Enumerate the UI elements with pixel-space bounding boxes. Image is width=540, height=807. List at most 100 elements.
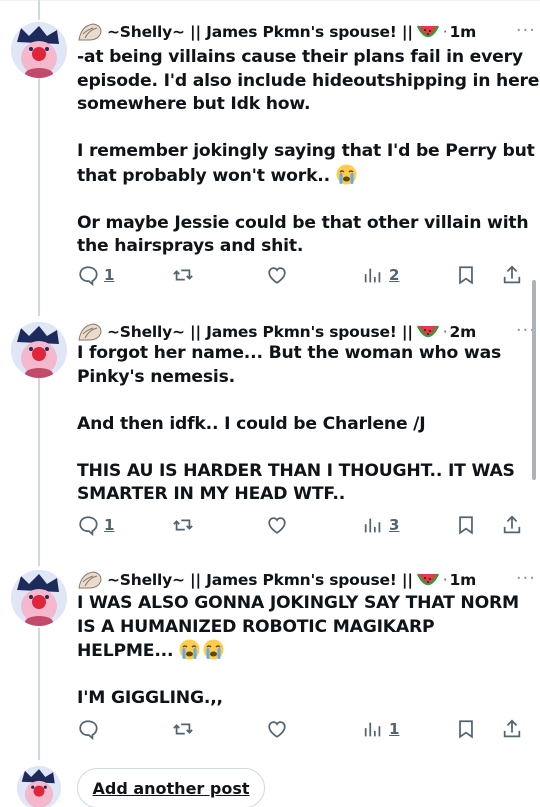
repost-button[interactable] (172, 512, 194, 538)
post[interactable]: ~Shelly~ || James Pkmn's spouse! || · 1m… (0, 20, 540, 290)
like-button[interactable] (266, 512, 288, 538)
loudly-crying-emoji (179, 639, 200, 660)
share-icon (503, 515, 521, 534)
like-button[interactable] (266, 262, 288, 288)
post-time[interactable]: 2m (450, 323, 477, 341)
post-text: I forgot her name... But the woman who w… (77, 342, 526, 507)
watermelon-emoji (416, 25, 439, 38)
thread-view: ~Shelly~ || James Pkmn's spouse! || · 1m… (0, 0, 540, 807)
thread-line (38, 0, 40, 20)
reply-icon (79, 516, 98, 536)
author-name[interactable]: ~Shelly~ || James Pkmn's spouse! || (107, 23, 413, 41)
heart-icon (268, 267, 286, 284)
avatar[interactable] (17, 766, 61, 807)
text-line: And then idfk.. I could be Charlene /J (77, 413, 426, 434)
view-count: 1 (389, 720, 400, 738)
text-line-with-emoji: HELPME... (77, 639, 526, 664)
action-bar: 1 2 (77, 262, 527, 288)
shell-emoji (78, 23, 102, 41)
shell-emoji (78, 323, 102, 341)
reply-icon (79, 266, 98, 286)
add-another-post-button[interactable]: Add another post (77, 768, 265, 807)
views-button[interactable]: 1 (362, 716, 399, 742)
text-line: SMARTER IN MY HEAD WTF.. (77, 484, 346, 504)
more-dots-icon[interactable]: ··· (516, 570, 536, 588)
watermelon-emoji (416, 325, 439, 338)
post-time[interactable]: 1m (450, 571, 477, 589)
share-button[interactable] (501, 262, 523, 288)
repost-icon (173, 269, 193, 281)
loudly-crying-emoji (336, 164, 357, 184)
bookmark-icon (459, 266, 473, 285)
author-name[interactable]: ~Shelly~ || James Pkmn's spouse! || (107, 571, 413, 589)
top-divider (0, 0, 540, 1)
heart-icon (268, 721, 286, 738)
views-button[interactable]: 2 (362, 262, 399, 288)
like-button[interactable] (266, 716, 288, 742)
text-line: IS A HUMANIZED ROBOTIC MAGIKARP (77, 616, 435, 637)
bookmark-icon (459, 720, 473, 739)
bookmark-button[interactable] (455, 716, 477, 742)
text-line: Pinky's nemesis. (77, 366, 235, 387)
share-icon (503, 265, 521, 284)
text-line: -at being villains cause their plans fai… (77, 47, 523, 67)
text-line: THIS AU IS HARDER THAN I THOUGHT.. IT WA… (77, 460, 515, 481)
separator: · (442, 23, 448, 41)
avatar[interactable] (11, 22, 67, 78)
post-header: ~Shelly~ || James Pkmn's spouse! || · 1m (77, 20, 528, 44)
bookmark-button[interactable] (455, 512, 477, 538)
loudly-crying-emoji (203, 639, 224, 660)
post-header: ~Shelly~ || James Pkmn's spouse! || · 2m (77, 320, 528, 344)
post-header: ~Shelly~ || James Pkmn's spouse! || · 1m (77, 568, 528, 592)
text-line: I forgot her name... But the woman who w… (77, 343, 502, 363)
post[interactable]: ~Shelly~ || James Pkmn's spouse! || · 2m… (0, 320, 540, 560)
text-line: I'M GIGGLING.,, (77, 688, 223, 708)
heart-icon (268, 517, 286, 534)
action-bar: 1 (77, 716, 527, 742)
reply-icon (79, 720, 98, 740)
views-chart-icon (364, 722, 381, 737)
repost-icon (173, 723, 193, 735)
post-time[interactable]: 1m (450, 23, 477, 41)
bookmark-button[interactable] (455, 262, 477, 288)
action-bar: 1 3 (77, 512, 527, 538)
views-chart-icon (364, 518, 381, 533)
author-name[interactable]: ~Shelly~ || James Pkmn's spouse! || (107, 323, 413, 341)
text-line: the hairsprays and shit. (77, 236, 304, 256)
separator: · (442, 323, 448, 341)
bookmark-icon (459, 516, 473, 535)
share-button[interactable] (501, 716, 523, 742)
text-line: somewhere but Idk how. (77, 94, 311, 114)
more-dots-icon[interactable]: ··· (516, 22, 536, 40)
text-line: Or maybe Jessie could be that other vill… (77, 212, 529, 233)
text-line: episode. I'd also include hideoutshippin… (77, 70, 540, 91)
avatar[interactable] (11, 570, 67, 626)
repost-icon (173, 519, 193, 531)
post-text: -at being villains cause their plans fai… (77, 46, 540, 259)
avatar[interactable] (11, 322, 67, 378)
reply-count: 1 (104, 266, 115, 284)
view-count: 3 (389, 516, 400, 534)
share-button[interactable] (501, 512, 523, 538)
text-line: I remember jokingly saying that I'd be P… (77, 141, 535, 161)
reply-button[interactable] (77, 716, 104, 742)
view-count: 2 (389, 266, 400, 284)
repost-button[interactable] (172, 262, 194, 288)
post-text: I WAS ALSO GONNA JOKINGLY SAY THAT NORM … (77, 592, 526, 711)
reply-button[interactable]: 1 (77, 512, 114, 538)
post[interactable]: ~Shelly~ || James Pkmn's spouse! || · 1m… (0, 568, 540, 758)
watermelon-emoji (416, 573, 439, 586)
repost-button[interactable] (172, 716, 194, 742)
reply-count: 1 (104, 516, 115, 534)
views-button[interactable]: 3 (362, 512, 399, 538)
scrollbar[interactable] (532, 280, 536, 480)
text-line: I WAS ALSO GONNA JOKINGLY SAY THAT NORM (77, 593, 519, 613)
text-line: HELPME... (77, 641, 174, 661)
text-line-with-emoji: that probably won't work.. (77, 164, 526, 189)
share-icon (503, 719, 521, 738)
reply-button[interactable]: 1 (77, 262, 114, 288)
